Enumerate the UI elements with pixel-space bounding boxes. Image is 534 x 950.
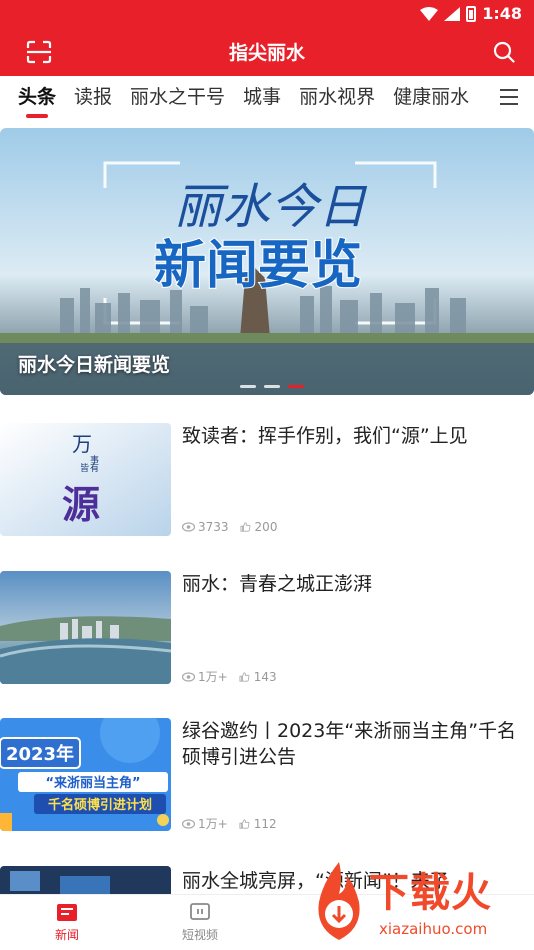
channel-menu-icon[interactable] bbox=[500, 89, 518, 105]
svg-text:源: 源 bbox=[62, 483, 100, 527]
news-item[interactable]: 万 事 皆 有 源 致读者：挥手作别，我们“源”上见 3733 200 bbox=[0, 423, 534, 563]
wifi-icon bbox=[420, 6, 439, 21]
news-thumbnail: 万 事 皆 有 源 bbox=[0, 423, 171, 536]
news-thumbnail bbox=[0, 571, 171, 684]
tab-health-lishui[interactable]: 健康丽水 bbox=[393, 82, 469, 118]
view-count: 3733 bbox=[198, 520, 229, 534]
banner-image-line2: 新闻要览 bbox=[154, 236, 362, 296]
svg-text:千名硕博引进计划: 千名硕博引进计划 bbox=[48, 797, 152, 813]
news-icon bbox=[57, 904, 77, 921]
watermark-logo: 下载火 xiazaihuo.com bbox=[309, 858, 524, 946]
view-count: 1万+ bbox=[198, 817, 228, 831]
signal-icon bbox=[444, 6, 461, 21]
status-icons: 1:48 bbox=[420, 4, 522, 23]
svg-text:有: 有 bbox=[90, 462, 99, 474]
thumbs-up-icon bbox=[239, 818, 250, 829]
nav-news[interactable]: 新闻 bbox=[27, 901, 107, 943]
flame-icon bbox=[318, 862, 360, 940]
video-icon bbox=[190, 903, 210, 920]
nav-news-label: 新闻 bbox=[54, 928, 79, 942]
nav-short-video[interactable]: 短视频 bbox=[160, 901, 240, 943]
eye-icon bbox=[182, 522, 195, 532]
tab-headlines[interactable]: 头条 bbox=[18, 82, 56, 118]
tab-lishui-gan[interactable]: 丽水之干号 bbox=[130, 82, 225, 118]
status-bar: 1:48 bbox=[0, 0, 534, 28]
news-meta: 1万+ 143 bbox=[182, 668, 287, 685]
app-title: 指尖丽水 bbox=[228, 42, 305, 64]
banner-pager bbox=[240, 385, 304, 388]
svg-text:2023年: 2023年 bbox=[6, 743, 74, 765]
news-title: 致读者：挥手作别，我们“源”上见 bbox=[182, 425, 468, 447]
tab-city-affairs[interactable]: 城事 bbox=[243, 82, 281, 118]
thumbs-up-icon bbox=[239, 671, 250, 682]
pager-dot-active[interactable] bbox=[288, 385, 304, 388]
view-count: 1万+ bbox=[198, 670, 228, 684]
pager-dot[interactable] bbox=[240, 385, 256, 388]
watermark-url: xiazaihuo.com bbox=[379, 920, 488, 938]
news-title: 丽水：青春之城正澎湃 bbox=[182, 573, 373, 595]
tab-read-paper[interactable]: 读报 bbox=[74, 82, 112, 118]
news-thumbnail bbox=[0, 866, 171, 894]
battery-icon bbox=[466, 5, 477, 22]
news-meta: 3733 200 bbox=[182, 520, 287, 534]
like-count: 200 bbox=[254, 520, 278, 534]
status-time: 1:48 bbox=[482, 4, 522, 23]
svg-text:“来浙丽当主角”: “来浙丽当主角” bbox=[45, 775, 140, 791]
news-meta: 1万+ 112 bbox=[182, 815, 287, 832]
news-title: 绿谷邀约丨2023年“来浙丽当主角”千名硕博引进公告 bbox=[182, 720, 517, 768]
like-count: 112 bbox=[253, 816, 277, 831]
channel-tabs: 头条 读报 丽水之干号 城事 丽水视界 健康丽水 bbox=[0, 76, 534, 124]
news-item[interactable]: 2023年 “来浙丽当主角” 千名硕博引进计划 绿谷邀约丨2023年“来浙丽当主… bbox=[0, 718, 534, 858]
news-item[interactable]: 丽水：青春之城正澎湃 1万+ 143 bbox=[0, 571, 534, 711]
eye-icon bbox=[182, 671, 195, 682]
svg-text:皆: 皆 bbox=[80, 463, 89, 474]
like-count: 143 bbox=[253, 669, 277, 684]
search-icon[interactable] bbox=[492, 40, 516, 64]
app-bar: 指尖丽水 bbox=[0, 28, 534, 76]
svg-text:万: 万 bbox=[72, 432, 92, 456]
tab-list: 头条 读报 丽水之干号 城事 丽水视界 健康丽水 bbox=[18, 82, 487, 118]
tab-lishui-vision[interactable]: 丽水视界 bbox=[299, 82, 375, 118]
pager-dot[interactable] bbox=[264, 385, 280, 388]
eye-icon bbox=[182, 818, 195, 829]
featured-banner[interactable]: 丽水今日 新闻要览 丽水今日新闻要览 bbox=[0, 128, 534, 395]
thumbs-up-icon bbox=[240, 522, 250, 532]
watermark-text: 下载火 bbox=[369, 870, 492, 916]
banner-caption: 丽水今日新闻要览 bbox=[18, 354, 171, 376]
news-thumbnail: 2023年 “来浙丽当主角” 千名硕博引进计划 bbox=[0, 718, 171, 831]
nav-short-video-label: 短视频 bbox=[181, 928, 218, 942]
banner-image-line1: 丽水今日 bbox=[174, 179, 368, 235]
